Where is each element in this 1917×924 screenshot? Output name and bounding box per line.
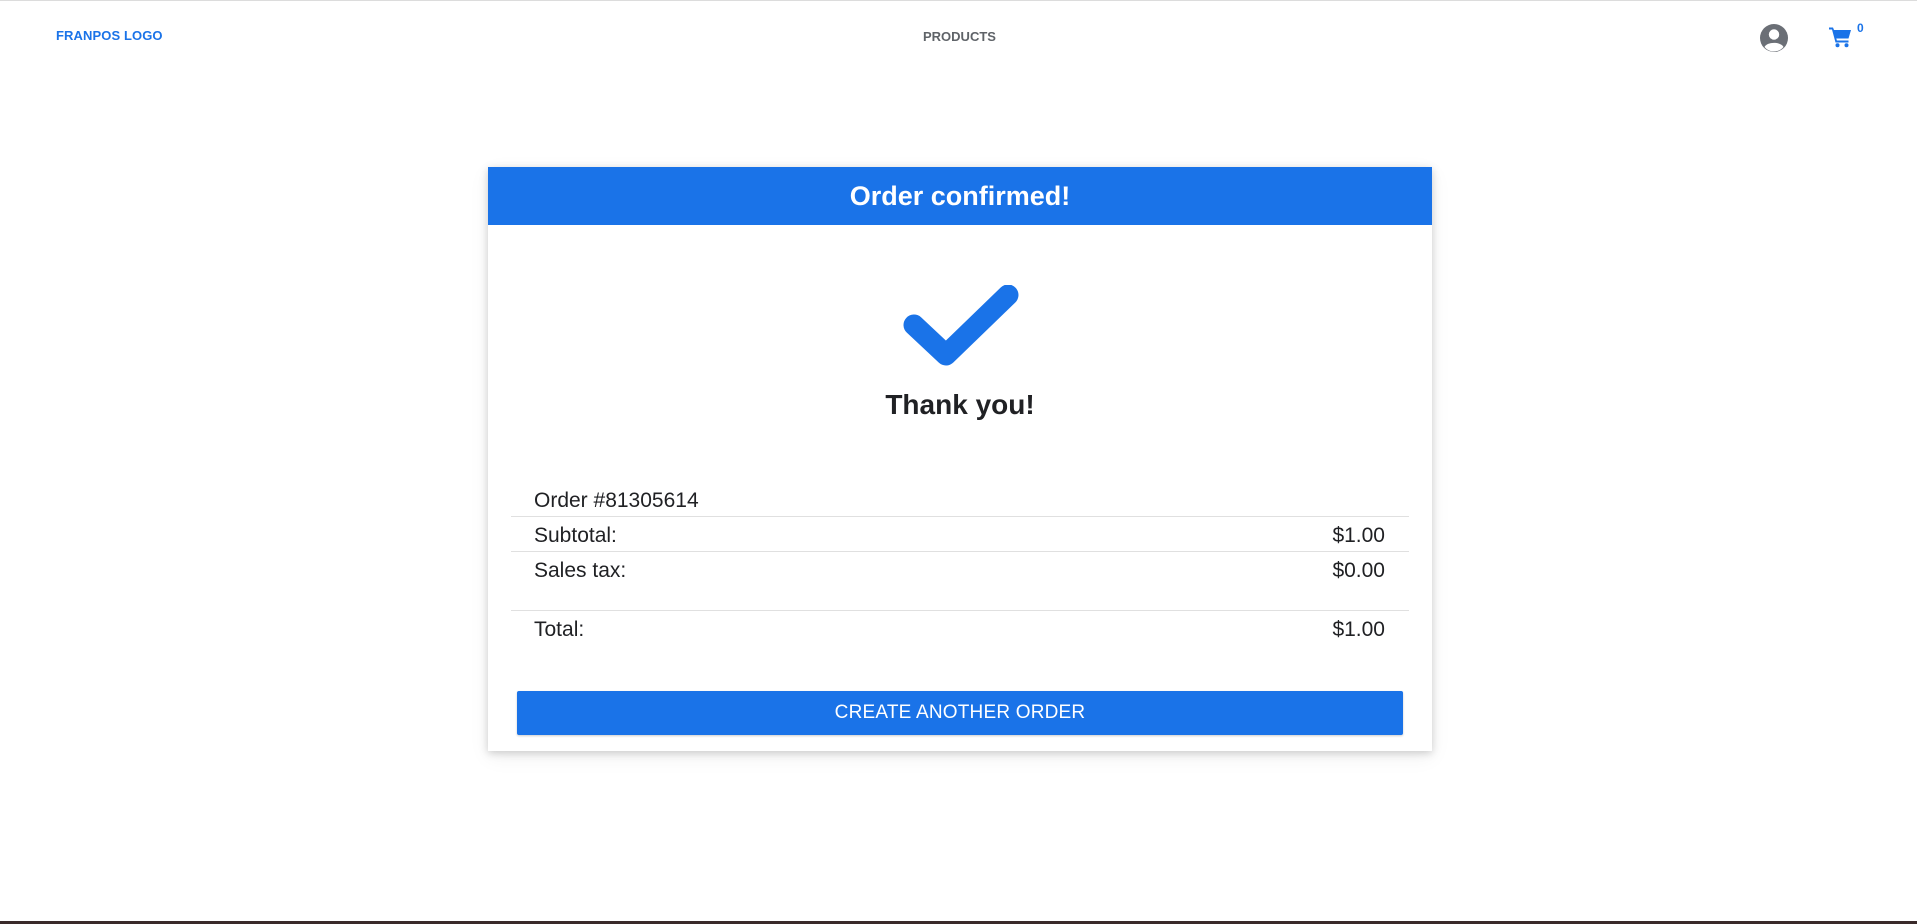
sales-tax-row: Sales tax: $0.00 <box>511 552 1409 611</box>
total-row: Total: $1.00 <box>511 611 1409 651</box>
total-value: $1.00 <box>1332 618 1385 641</box>
card-header: Order confirmed! <box>488 167 1432 225</box>
order-number-row: Order #81305614 <box>511 482 1409 517</box>
create-another-order-button[interactable]: CREATE ANOTHER ORDER <box>517 691 1403 735</box>
order-summary: Order #81305614 Subtotal: $1.00 Sales ta… <box>511 482 1409 651</box>
subtotal-value: $1.00 <box>1332 524 1385 547</box>
page: FRANPOS LOGO PRODUCTS 0 Order confirmed!… <box>0 0 1917 924</box>
subtotal-row: Subtotal: $1.00 <box>511 517 1409 552</box>
card-title: Order confirmed! <box>849 181 1071 211</box>
logo-link[interactable]: FRANPOS LOGO <box>56 28 163 43</box>
order-confirmation-card: Order confirmed! Thank you! Order #81305… <box>488 167 1432 751</box>
total-label: Total: <box>534 618 585 641</box>
cart-count-badge: 0 <box>1857 21 1864 35</box>
shopping-cart-icon <box>1829 27 1851 48</box>
account-circle-icon[interactable] <box>1759 23 1789 53</box>
sales-tax-value: $0.00 <box>1332 559 1385 582</box>
order-number: Order #81305614 <box>534 489 699 512</box>
navbar: FRANPOS LOGO PRODUCTS 0 <box>0 1 1917 71</box>
subtotal-label: Subtotal: <box>534 524 617 547</box>
cart-button[interactable]: 0 <box>1829 21 1869 51</box>
sales-tax-label: Sales tax: <box>534 559 627 582</box>
checkmark-icon <box>903 285 1019 366</box>
nav-products-link[interactable]: PRODUCTS <box>923 29 996 44</box>
thank-you-heading: Thank you! <box>885 389 1035 420</box>
